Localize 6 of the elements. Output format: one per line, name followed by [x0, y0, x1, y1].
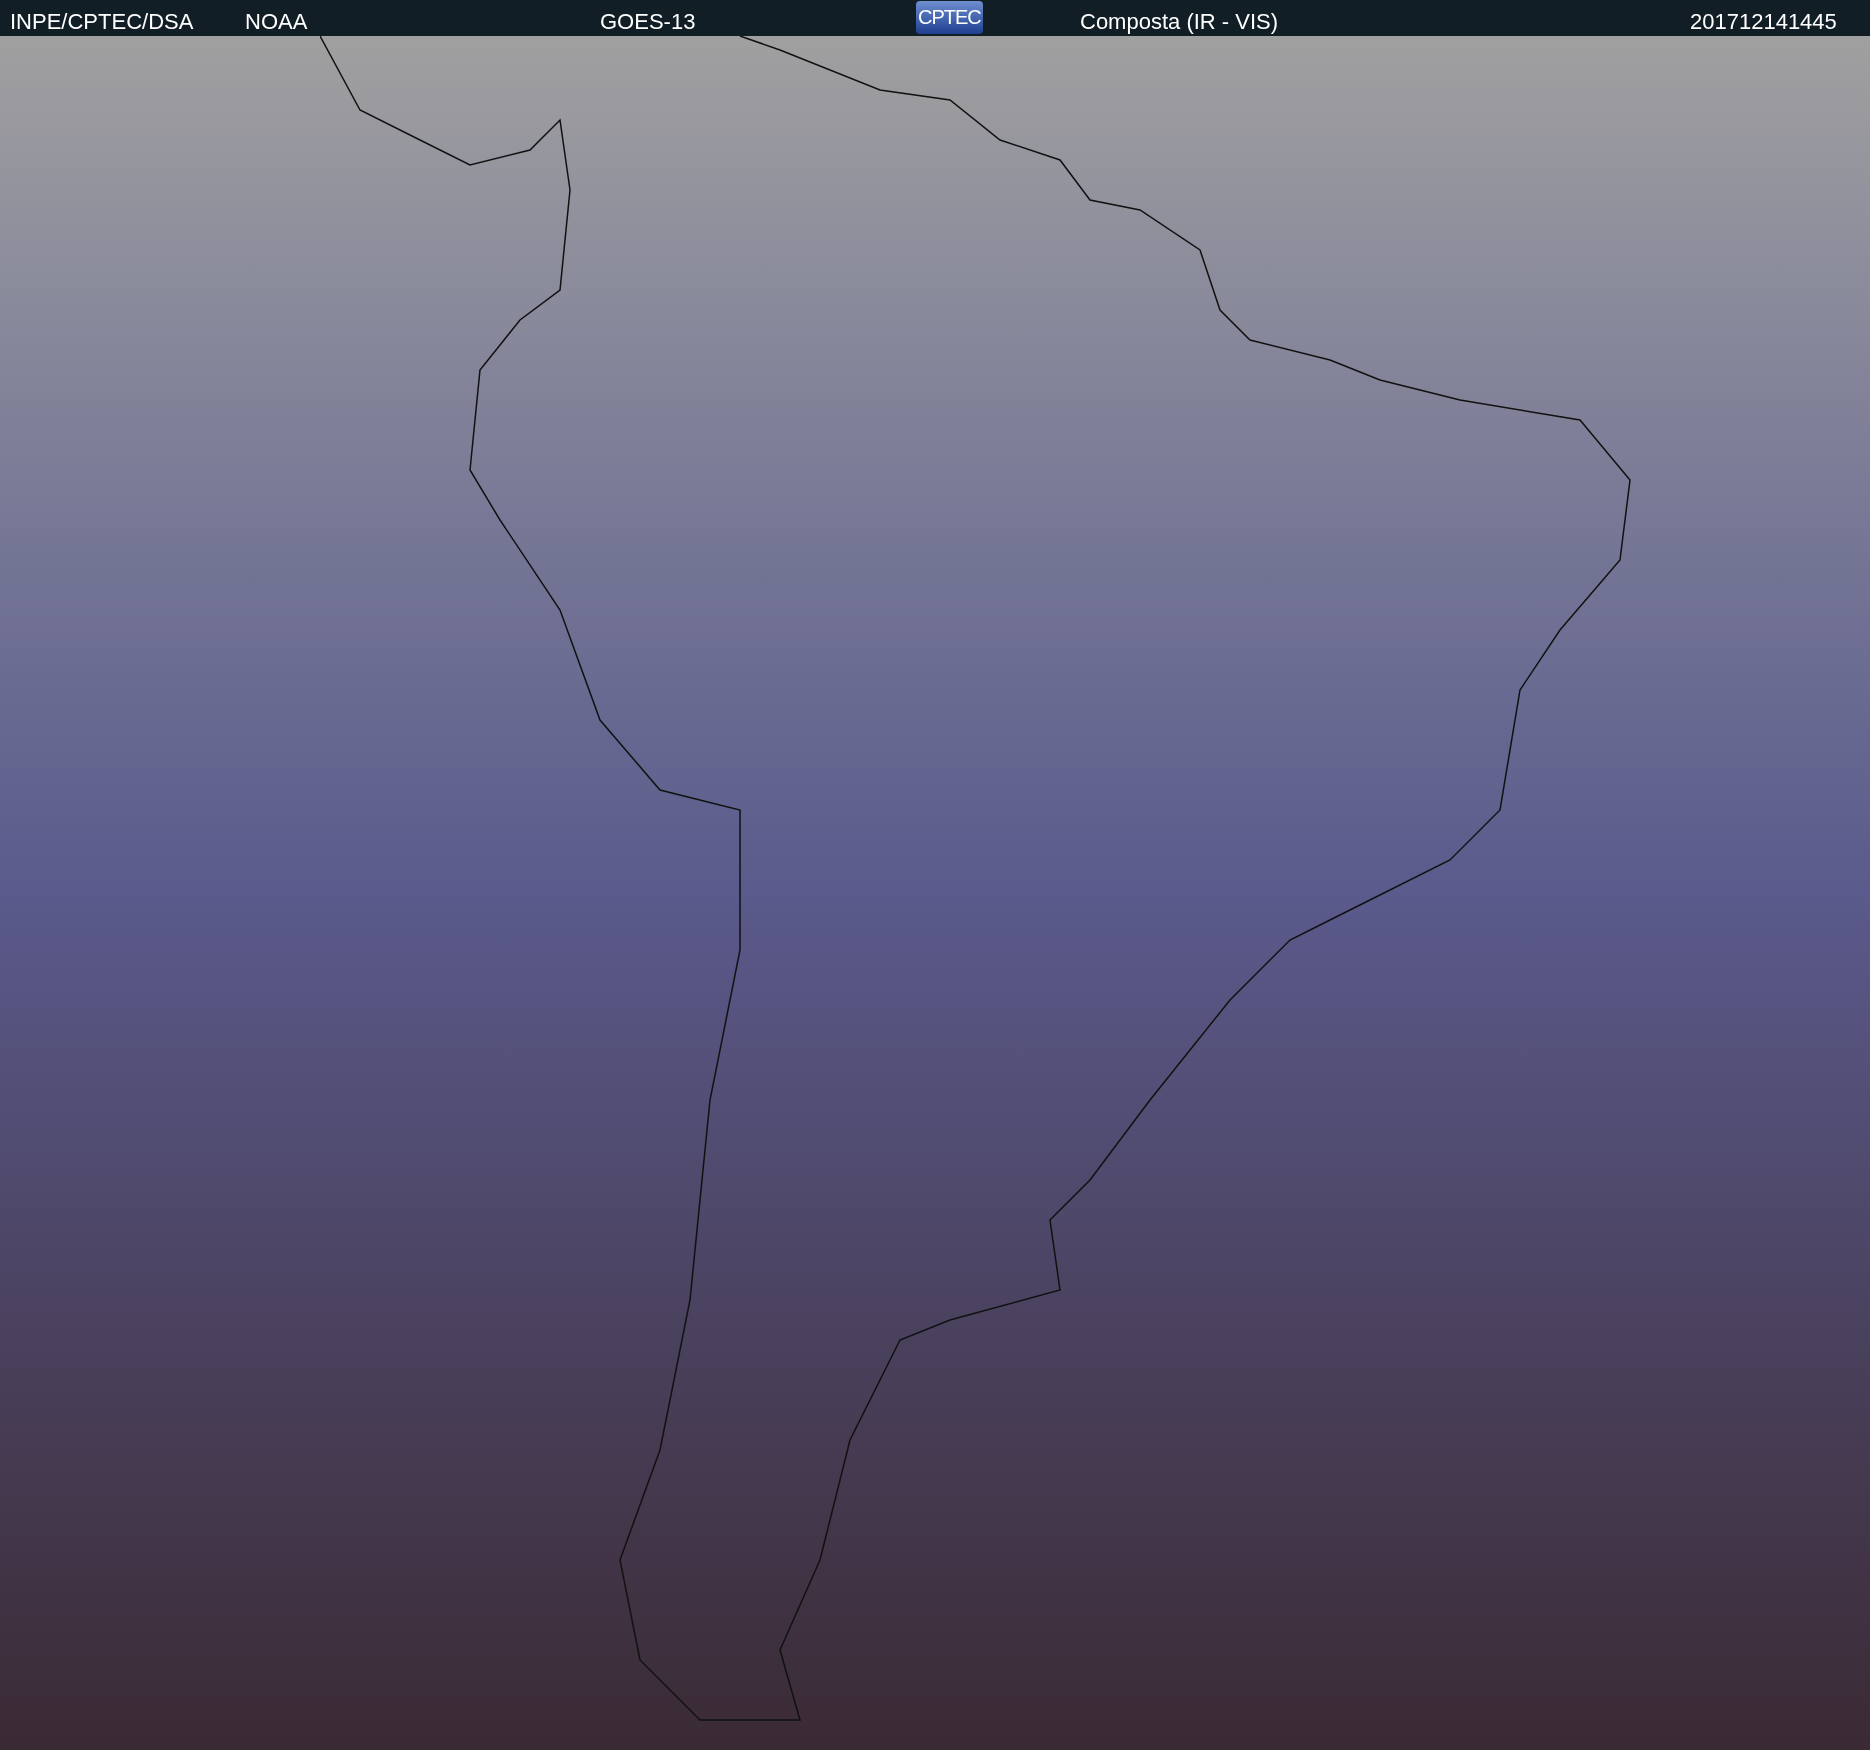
satellite-label: GOES-13 [600, 8, 696, 36]
agency-label: INPE/CPTEC/DSA [10, 8, 194, 36]
logo: CPTEC [916, 1, 983, 34]
timestamp-label: 201712141445 [1690, 8, 1837, 36]
product-label: Composta (IR - VIS) [1080, 8, 1279, 36]
source-label: NOAA [245, 8, 308, 36]
